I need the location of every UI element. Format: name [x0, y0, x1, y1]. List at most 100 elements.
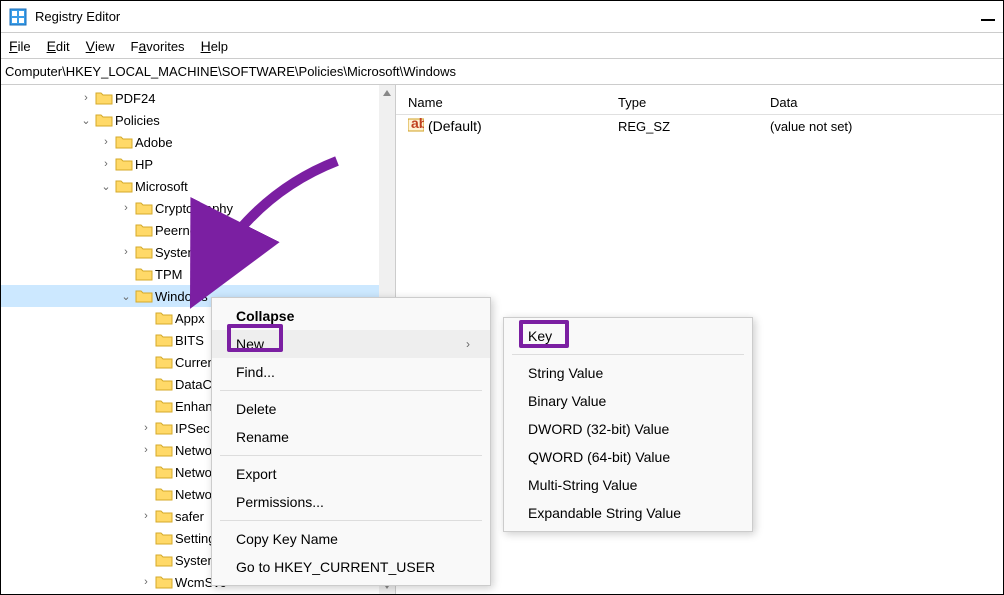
- collapse-icon[interactable]: ⌄: [117, 290, 135, 303]
- expand-icon[interactable]: ›: [137, 576, 155, 588]
- folder-icon: [155, 552, 173, 568]
- menu-favorites[interactable]: Favorites: [131, 38, 185, 54]
- string-value-icon: ab: [408, 118, 424, 135]
- expand-icon[interactable]: ›: [97, 158, 115, 170]
- content-area: ›PDF24 ⌄Policies ›Adobe ›HP ⌄Microsoft ›…: [1, 85, 1003, 594]
- chevron-right-icon: ›: [466, 337, 470, 351]
- menu-export[interactable]: Export: [212, 460, 490, 488]
- submenu-qword[interactable]: QWORD (64-bit) Value: [504, 443, 752, 471]
- menu-divider: [220, 390, 482, 391]
- submenu-dword[interactable]: DWORD (32-bit) Value: [504, 415, 752, 443]
- expand-icon[interactable]: ›: [117, 202, 135, 214]
- submenu-multi[interactable]: Multi-String Value: [504, 471, 752, 499]
- menu-collapse[interactable]: Collapse: [212, 302, 490, 330]
- folder-icon: [135, 266, 153, 282]
- address-text: Computer\HKEY_LOCAL_MACHINE\SOFTWARE\Pol…: [5, 64, 456, 79]
- expand-icon[interactable]: ›: [137, 422, 155, 434]
- folder-icon: [155, 398, 173, 414]
- no-expand-icon: [137, 466, 155, 478]
- no-expand-icon: [137, 400, 155, 412]
- menu-help[interactable]: Help: [201, 38, 228, 54]
- menu-edit[interactable]: Edit: [47, 38, 70, 54]
- value-data: (value not set): [758, 117, 1003, 136]
- column-data[interactable]: Data: [758, 91, 1003, 114]
- folder-icon: [115, 178, 133, 194]
- folder-icon: [115, 156, 133, 172]
- menu-copy-key[interactable]: Copy Key Name: [212, 525, 490, 553]
- menu-find[interactable]: Find...: [212, 358, 490, 386]
- expand-icon[interactable]: ›: [77, 92, 95, 104]
- tree-item-policies[interactable]: ⌄Policies: [1, 109, 395, 131]
- menu-divider: [512, 354, 744, 355]
- folder-icon: [155, 530, 173, 546]
- tree-item-hp[interactable]: ›HP: [1, 153, 395, 175]
- tree-item-systemcerts[interactable]: ›SystemCertificat: [1, 241, 395, 263]
- no-expand-icon: [137, 554, 155, 566]
- folder-icon: [135, 200, 153, 216]
- collapse-icon[interactable]: ⌄: [77, 114, 95, 127]
- tree-item-adobe[interactable]: ›Adobe: [1, 131, 395, 153]
- tree-item-tpm[interactable]: TPM: [1, 263, 395, 285]
- address-bar[interactable]: Computer\HKEY_LOCAL_MACHINE\SOFTWARE\Pol…: [1, 59, 1003, 85]
- no-expand-icon: [137, 532, 155, 544]
- folder-icon: [115, 134, 133, 150]
- window-controls: [981, 13, 995, 21]
- column-type[interactable]: Type: [606, 91, 758, 114]
- submenu-expand[interactable]: Expandable String Value: [504, 499, 752, 527]
- folder-icon: [155, 332, 173, 348]
- folder-icon: [155, 508, 173, 524]
- menu-goto-hkcu[interactable]: Go to HKEY_CURRENT_USER: [212, 553, 490, 581]
- menu-permissions[interactable]: Permissions...: [212, 488, 490, 516]
- regedit-icon: [9, 8, 27, 26]
- expand-icon[interactable]: ›: [117, 246, 135, 258]
- scroll-up-icon[interactable]: [381, 87, 393, 99]
- tree-item-peernet[interactable]: Peernet: [1, 219, 395, 241]
- context-menu: Collapse New› Find... Delete Rename Expo…: [211, 297, 491, 586]
- expand-icon[interactable]: ›: [97, 136, 115, 148]
- minimize-button[interactable]: [981, 19, 995, 21]
- folder-icon: [135, 244, 153, 260]
- tree-item-microsoft[interactable]: ⌄Microsoft: [1, 175, 395, 197]
- window-title: Registry Editor: [35, 9, 981, 24]
- no-expand-icon: [137, 356, 155, 368]
- no-expand-icon: [117, 268, 135, 280]
- column-name[interactable]: Name: [396, 91, 606, 114]
- value-type: REG_SZ: [606, 117, 758, 136]
- menu-rename[interactable]: Rename: [212, 423, 490, 451]
- svg-text:ab: ab: [411, 118, 424, 131]
- folder-icon: [155, 486, 173, 502]
- folder-icon: [155, 464, 173, 480]
- menu-new[interactable]: New›: [212, 330, 490, 358]
- folder-icon: [155, 310, 173, 326]
- menu-bar: File Edit View Favorites Help: [1, 33, 1003, 59]
- folder-icon: [95, 112, 113, 128]
- no-expand-icon: [137, 312, 155, 324]
- menu-file[interactable]: File: [9, 38, 31, 54]
- no-expand-icon: [137, 488, 155, 500]
- submenu-string[interactable]: String Value: [504, 359, 752, 387]
- submenu-key[interactable]: Key: [504, 322, 752, 350]
- expand-icon[interactable]: ›: [137, 510, 155, 522]
- menu-view[interactable]: View: [86, 38, 115, 54]
- menu-divider: [220, 520, 482, 521]
- column-headers: Name Type Data: [396, 91, 1003, 115]
- folder-icon: [155, 376, 173, 392]
- value-row-default[interactable]: ab (Default) REG_SZ (value not set): [396, 115, 1003, 137]
- submenu-binary[interactable]: Binary Value: [504, 387, 752, 415]
- tree-item-pdf24[interactable]: ›PDF24: [1, 87, 395, 109]
- folder-icon: [155, 354, 173, 370]
- tree-item-cryptography[interactable]: ›Cryptography: [1, 197, 395, 219]
- menu-divider: [220, 455, 482, 456]
- value-name: (Default): [428, 118, 482, 134]
- expand-icon[interactable]: ›: [137, 444, 155, 456]
- folder-icon: [95, 90, 113, 106]
- no-expand-icon: [117, 224, 135, 236]
- collapse-icon[interactable]: ⌄: [97, 180, 115, 193]
- folder-icon: [155, 420, 173, 436]
- folder-icon: [155, 442, 173, 458]
- title-bar: Registry Editor: [1, 1, 1003, 33]
- no-expand-icon: [137, 334, 155, 346]
- folder-icon: [135, 222, 153, 238]
- folder-icon: [155, 574, 173, 590]
- menu-delete[interactable]: Delete: [212, 395, 490, 423]
